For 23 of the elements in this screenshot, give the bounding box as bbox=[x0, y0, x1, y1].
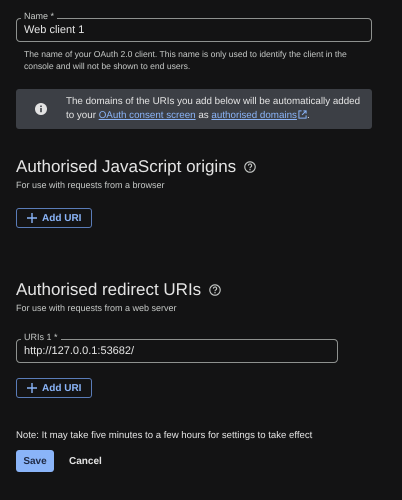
save-button[interactable]: Save bbox=[16, 450, 54, 472]
section-heading: Authorised redirect URIs bbox=[16, 280, 202, 300]
info-text: The domains of the URIs you add below will be automatically added to your OAuth consent screen as authorised domains . bbox=[66, 95, 362, 123]
plus-icon bbox=[27, 383, 37, 393]
field-label: Name * bbox=[21, 11, 58, 22]
info-icon bbox=[35, 103, 47, 115]
plus-icon bbox=[27, 213, 37, 223]
cancel-button[interactable]: Cancel bbox=[60, 450, 111, 472]
external-link-icon bbox=[298, 110, 307, 119]
uri-field[interactable]: http://127.0.0.1:53682/ bbox=[16, 339, 338, 363]
helper-text: The name of your OAuth 2.0 client. This name is only used to identify the client in the console and will not be shown to end users. bbox=[24, 48, 348, 72]
authorised-domains-link[interactable]: authorised domains bbox=[211, 110, 307, 121]
help-icon[interactable] bbox=[244, 161, 256, 173]
section-subtitle: For use with requests from a browser bbox=[16, 180, 165, 190]
section-heading: Authorised JavaScript origins bbox=[16, 157, 236, 177]
consent-screen-link[interactable]: OAuth consent screen bbox=[98, 110, 196, 121]
add-uri-button[interactable]: Add URI bbox=[16, 208, 92, 228]
field-label: URIs 1 * bbox=[21, 332, 61, 343]
section-subtitle: For use with requests from a web server bbox=[16, 303, 177, 313]
add-uri-button[interactable]: Add URI bbox=[16, 378, 92, 398]
note-text: Note: It may take five minutes to a few hours for settings to take effect bbox=[16, 430, 314, 441]
help-icon[interactable] bbox=[209, 284, 222, 296]
name-field[interactable]: Web client 1 bbox=[16, 18, 372, 42]
